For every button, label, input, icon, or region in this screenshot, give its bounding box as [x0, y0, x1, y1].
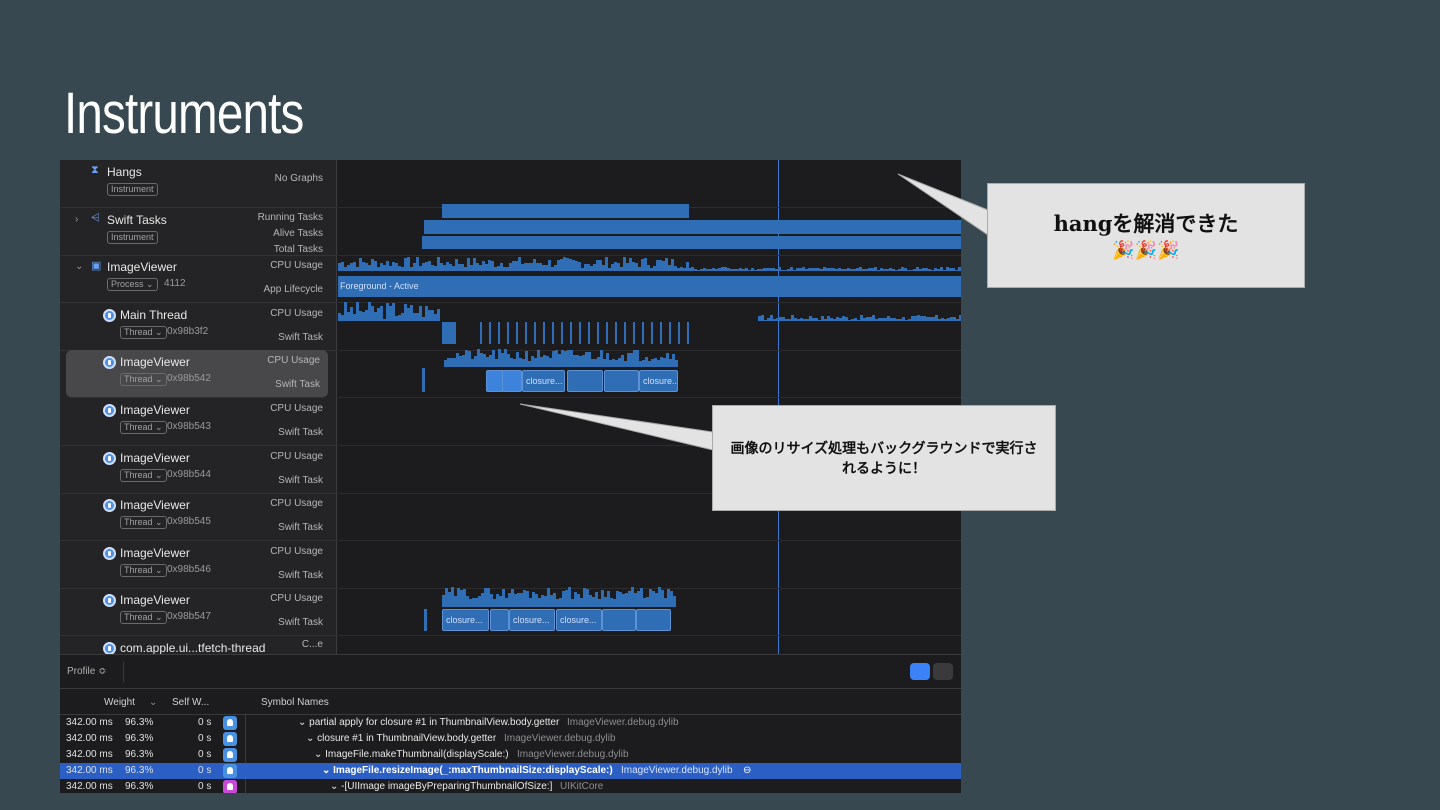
callout-background-resize: 画像のリサイズ処理もバックグラウンドで実行されるように！	[712, 405, 1056, 511]
party-popper-icon: 🎉🎉🎉	[1112, 240, 1180, 261]
callout-background-text: 画像のリサイズ処理もバックグラウンドで実行されるように！	[730, 441, 1038, 477]
callout-hang-text: hangを解消できた	[1053, 211, 1239, 236]
callout-pointer-background	[519, 403, 714, 451]
callout-hang-resolved: hangを解消できた 🎉🎉🎉	[987, 183, 1305, 288]
callout-pointer-hang	[897, 173, 989, 236]
